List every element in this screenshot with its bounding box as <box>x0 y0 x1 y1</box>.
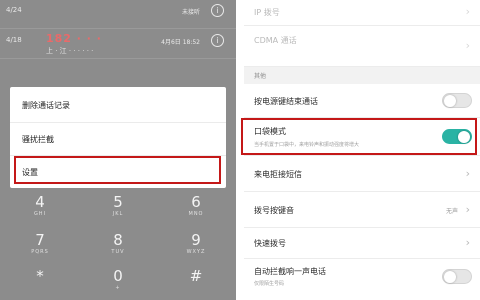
call-log-row[interactable]: 4/24 未接听 i <box>0 0 236 28</box>
highlight-box-settings <box>14 156 221 184</box>
menu-item-harassment-block[interactable]: 骚扰拦截 <box>10 122 226 155</box>
key-letters: TUV <box>111 249 125 255</box>
divider <box>0 58 236 59</box>
section-header-other: 其他 <box>244 67 480 84</box>
call-log-row[interactable]: 4/18 182 · · · 上 · 江 · · · · · · 4月6日 18… <box>0 30 236 58</box>
key-digit: 8 <box>113 231 123 249</box>
setting-description: 仅限陌生号码 <box>254 281 285 287</box>
setting-power-key-end-call[interactable]: 按电源键结束通话 <box>244 84 480 118</box>
left-phone-dialer: 4/24 未接听 i 4/18 182 · · · 上 · 江 · · · · … <box>0 0 236 300</box>
call-meta: 4月6日 18:52 <box>161 39 200 46</box>
setting-title: 来电拒接短信 <box>254 170 302 179</box>
setting-dial-key-tone[interactable]: 拨号按键音 无声 › <box>244 192 480 228</box>
dial-pad: 4 GHI 5 JKL 6 MNO 7 PQRS 8 TUV 9 WXYZ * … <box>0 190 236 300</box>
call-name: 182 · · · <box>46 32 102 45</box>
call-meta: 未接听 <box>181 9 200 16</box>
dial-key-9[interactable]: 9 WXYZ <box>166 232 226 256</box>
menu-item-delete-call-log[interactable]: 删除通话记录 <box>10 89 226 122</box>
key-digit: * <box>36 267 44 285</box>
setting-auto-block-one-ring[interactable]: 自动拦截响一声电话 仅限陌生号码 <box>244 259 480 300</box>
key-digit: 5 <box>113 193 123 211</box>
key-letters: MNO <box>188 211 204 217</box>
setting-speed-dial[interactable]: 快速拨号 › <box>244 228 480 259</box>
key-digit: 7 <box>35 231 45 249</box>
setting-cdma-call[interactable]: CDMA 通话 › <box>244 26 480 67</box>
setting-title: 自动拦截响一声电话 <box>254 267 326 276</box>
dial-key-hash[interactable]: # <box>166 268 226 285</box>
setting-reject-sms[interactable]: 来电拒接短信 › <box>244 156 480 192</box>
key-digit: 9 <box>191 231 201 249</box>
chevron-right-icon: › <box>465 39 470 52</box>
toggle-switch-off[interactable] <box>442 93 472 108</box>
key-letters: WXYZ <box>186 249 206 255</box>
toggle-switch-off[interactable] <box>442 269 472 284</box>
dial-key-5[interactable]: 5 JKL <box>88 194 148 218</box>
setting-title: CDMA 通话 <box>254 36 297 45</box>
chevron-right-icon: › <box>465 236 470 249</box>
key-digit: 0 <box>113 267 123 285</box>
chevron-right-icon: › <box>465 5 470 18</box>
setting-title: 拨号按键音 <box>254 206 294 215</box>
dial-key-8[interactable]: 8 TUV <box>88 232 148 256</box>
call-date: 4/18 <box>6 36 22 44</box>
key-digit: # <box>189 267 203 285</box>
call-date: 4/24 <box>6 6 22 14</box>
dial-key-star[interactable]: * <box>10 268 70 285</box>
dial-key-0[interactable]: 0 + <box>88 268 148 292</box>
setting-title: IP 拨号 <box>254 8 280 17</box>
section-label: 其他 <box>254 73 267 80</box>
key-digit: 6 <box>191 193 201 211</box>
key-letters: GHI <box>33 211 47 217</box>
key-letters: JKL <box>112 211 124 217</box>
dial-key-4[interactable]: 4 GHI <box>10 194 70 218</box>
toggle-knob <box>444 95 456 107</box>
call-location: 上 · 江 · · · · · · <box>46 47 94 55</box>
dial-key-6[interactable]: 6 MNO <box>166 194 226 218</box>
chevron-right-icon: › <box>465 203 470 216</box>
key-letters: PQRS <box>31 249 49 255</box>
key-digit: 4 <box>35 193 45 211</box>
setting-ip-dial[interactable]: IP 拨号 › <box>244 0 480 26</box>
dial-key-7[interactable]: 7 PQRS <box>10 232 70 256</box>
info-icon[interactable]: i <box>211 34 224 47</box>
setting-title: 按电源键结束通话 <box>254 97 318 106</box>
setting-value: 无声 <box>445 208 458 215</box>
highlight-box-pocket-mode <box>241 118 477 155</box>
setting-title: 快速拨号 <box>254 239 286 248</box>
info-icon[interactable]: i <box>211 4 224 17</box>
key-letters: + <box>115 285 121 291</box>
chevron-right-icon: › <box>465 167 470 180</box>
divider <box>0 28 236 29</box>
toggle-knob <box>444 271 456 283</box>
